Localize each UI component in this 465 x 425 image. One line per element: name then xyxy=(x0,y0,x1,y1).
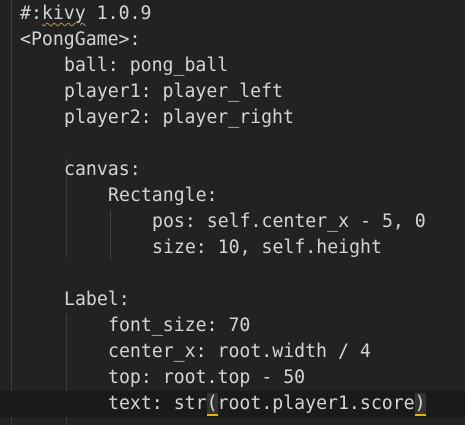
code-text: text: str(root.player1.score) xyxy=(108,391,426,417)
code-token: size: 10, self.height xyxy=(152,237,382,258)
code-line[interactable]: center_x: root.width / 4 xyxy=(0,339,465,365)
code-text: Label: xyxy=(64,287,130,313)
code-line[interactable] xyxy=(0,261,465,287)
code-text: player2: player_right xyxy=(64,105,294,131)
matched-bracket-open: ( xyxy=(206,393,218,416)
code-text: pos: self.center_x - 5, 0 xyxy=(152,209,426,235)
code-token: canvas: xyxy=(64,159,141,180)
code-token: player2: player_right xyxy=(64,107,294,128)
code-text: #:kivy 1.0.9 xyxy=(20,1,151,27)
code-line[interactable]: canvas: xyxy=(0,157,465,183)
code-token: ball: pong_ball xyxy=(64,55,229,76)
code-line[interactable]: size: 10, self.height xyxy=(0,235,465,261)
code-line[interactable]: Label: xyxy=(0,287,465,313)
code-line[interactable]: top: root.top - 50 xyxy=(0,365,465,391)
code-token: 1.0.9 xyxy=(85,3,152,24)
code-text: size: 10, self.height xyxy=(152,235,382,261)
code-text: ball: pong_ball xyxy=(64,53,228,79)
code-line[interactable]: #:kivy 1.0.9 xyxy=(0,1,465,27)
code-token: Rectangle: xyxy=(108,185,218,206)
code-text: center_x: root.width / 4 xyxy=(108,339,371,365)
matched-bracket-close: ) xyxy=(414,393,426,416)
code-token: root.player1.score xyxy=(217,393,415,414)
code-line[interactable]: player1: player_left xyxy=(0,79,465,105)
code-token: #: xyxy=(20,3,42,24)
code-line[interactable]: <PongGame>: xyxy=(0,27,465,53)
code-text: <PongGame>: xyxy=(20,27,140,53)
code-token: <PongGame>: xyxy=(20,29,141,50)
code-line[interactable]: font_size: 70 xyxy=(0,313,465,339)
code-token: Label: xyxy=(64,289,130,310)
code-editor[interactable]: #:kivy 1.0.9 <PongGame>: ball: pong_ball pl… xyxy=(0,0,465,425)
code-line[interactable]: Rectangle: xyxy=(0,183,465,209)
code-line[interactable]: ball: pong_ball xyxy=(0,53,465,79)
code-line[interactable]: pos: self.center_x - 5, 0 xyxy=(0,209,465,235)
code-token: top: root.top - 50 xyxy=(108,367,306,388)
code-token: pos: self.center_x - 5, 0 xyxy=(152,211,426,232)
code-line[interactable]: player2: player_right xyxy=(0,105,465,131)
code-text: player1: player_left xyxy=(64,79,283,105)
code-token: font_size: 70 xyxy=(108,315,251,336)
code-text: top: root.top - 50 xyxy=(108,365,305,391)
code-line[interactable] xyxy=(0,131,465,157)
code-text: canvas: xyxy=(64,157,141,183)
code-text: font_size: 70 xyxy=(108,313,250,339)
code-token: player1: player_left xyxy=(64,81,283,102)
code-token: center_x: root.width / 4 xyxy=(108,341,371,362)
code-token: text: str xyxy=(108,393,207,414)
spellcheck-warning-token: kivy xyxy=(41,3,86,24)
code-text: Rectangle: xyxy=(108,183,218,209)
code-line-current[interactable]: text: str(root.player1.score) xyxy=(0,391,465,417)
